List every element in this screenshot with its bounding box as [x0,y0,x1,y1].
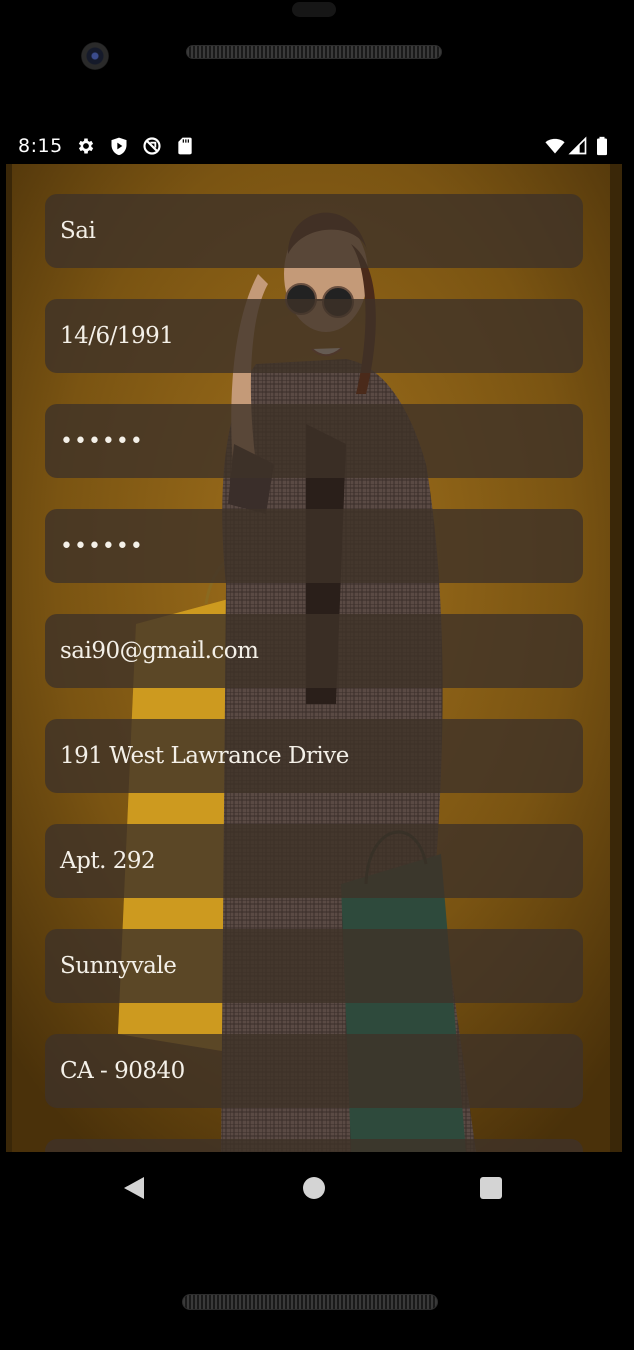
address-line1-field[interactable]: 191 West Lawrance Drive [45,719,583,793]
city-field[interactable]: Sunnyvale [45,929,583,1003]
back-icon[interactable] [124,1177,144,1199]
recents-icon[interactable] [480,1177,502,1199]
no-sync-icon [143,137,161,155]
bottom-speaker [182,1294,438,1310]
gear-icon [78,138,94,154]
status-bar: 8:15 [6,129,622,164]
earpiece-speaker [186,45,442,59]
device-frame: 8:15 Sai 14/6/1991 •••••• •••••• sai90@g… [0,0,634,1350]
system-nav-bar [0,1152,634,1224]
password-field[interactable]: •••••• [45,404,583,478]
name-field[interactable]: Sai [45,194,583,268]
top-sensor-slot [292,2,336,17]
wifi-icon [545,138,565,154]
play-protect-icon [111,137,127,156]
registration-screen: Sai 14/6/1991 •••••• •••••• sai90@gmail.… [6,164,622,1152]
front-camera [81,42,109,70]
confirm-password-field[interactable]: •••••• [45,509,583,583]
sd-card-icon [178,137,192,155]
home-icon[interactable] [303,1177,325,1199]
email-field[interactable]: sai90@gmail.com [45,614,583,688]
state-zip-field[interactable]: CA - 90840 [45,1034,583,1108]
dob-field[interactable]: 14/6/1991 [45,299,583,373]
battery-icon [597,136,607,156]
address-line2-field[interactable]: Apt. 292 [45,824,583,898]
signal-icon [568,136,587,155]
next-field[interactable] [45,1139,583,1152]
status-time: 8:15 [18,135,63,157]
